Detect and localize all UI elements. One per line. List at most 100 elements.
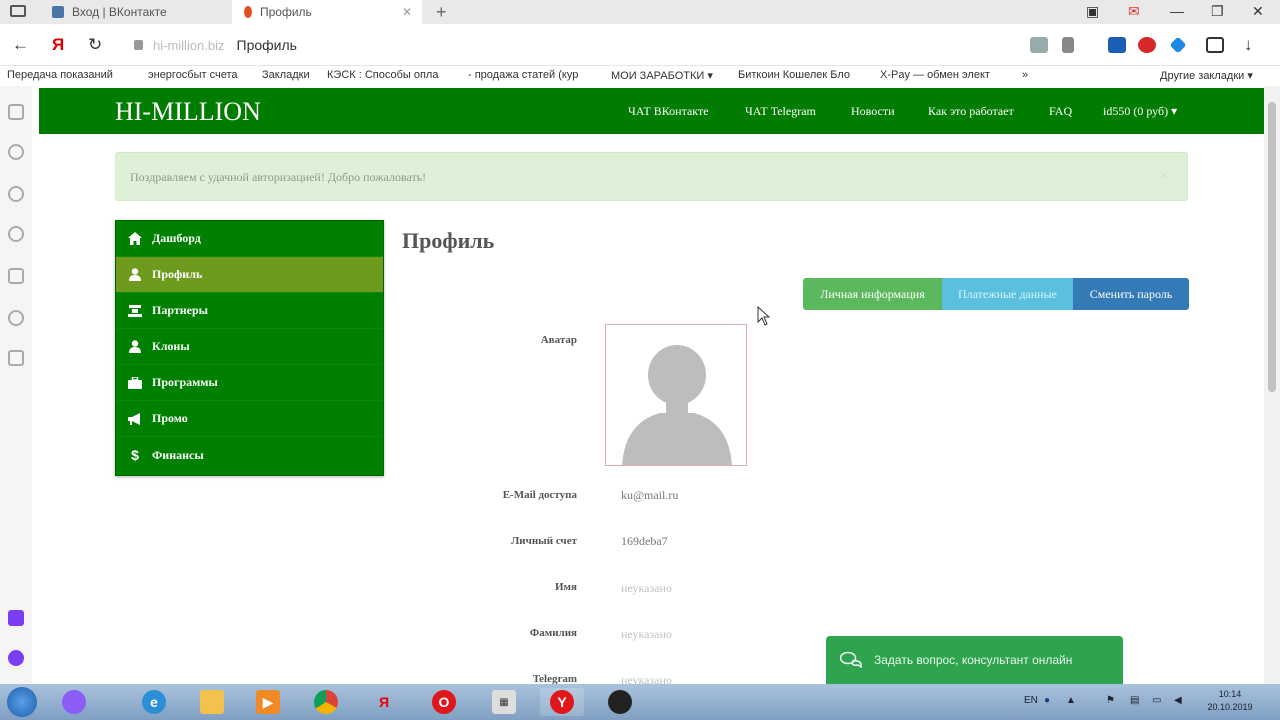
site-favicon-icon (244, 6, 252, 18)
taskbar-chrome[interactable] (304, 688, 348, 716)
obs-icon (608, 690, 632, 714)
nav-chat-vk[interactable]: ЧАТ ВКонтакте (628, 104, 709, 119)
taskbar-yandex-browser[interactable]: Y (540, 688, 584, 716)
menu-item-programs[interactable]: Программы (116, 365, 383, 401)
bookmark-item[interactable]: - продажа статей (кур (468, 69, 578, 81)
bookmark-item[interactable]: энергосбыт счета (148, 69, 238, 81)
lock-icon (134, 40, 143, 50)
bookmark-item[interactable]: Биткоин Кошелек Бло (738, 69, 850, 81)
bookmark-item[interactable]: Передача показаний (7, 69, 113, 81)
taskbar-explorer[interactable] (190, 688, 234, 716)
bookmark-icon[interactable] (1062, 37, 1074, 53)
notifications-icon[interactable]: ✉ (1128, 3, 1140, 20)
menu-item-dashboard[interactable]: Дашборд (116, 221, 383, 257)
taskbar-alice[interactable] (52, 688, 96, 716)
change-password-button[interactable]: Сменить пароль (1073, 278, 1189, 310)
other-bookmarks[interactable]: Другие закладки ▾ (1160, 69, 1253, 82)
personal-info-button[interactable]: Личная информация (803, 278, 942, 310)
volume-icon[interactable]: ◀ (1174, 695, 1182, 706)
sync-icon[interactable] (1206, 37, 1224, 53)
menu-item-promo[interactable]: Промо (116, 401, 383, 437)
alice-icon (62, 690, 86, 714)
messenger-icon[interactable] (8, 610, 24, 626)
taskbar-opera[interactable]: O (422, 688, 466, 716)
alice-icon[interactable] (8, 650, 24, 666)
language-indicator[interactable]: EN (1024, 695, 1038, 706)
nav-news[interactable]: Новости (851, 104, 895, 119)
nav-how-it-works[interactable]: Как это работает (928, 104, 1014, 119)
taskbar-obs[interactable] (598, 688, 642, 716)
maximize-icon[interactable]: ❐ (1211, 3, 1224, 20)
nav-faq[interactable]: FAQ (1049, 104, 1072, 119)
mail-icon[interactable] (1108, 37, 1126, 53)
start-button[interactable] (0, 687, 44, 717)
diamond-extension-icon[interactable] (1169, 36, 1187, 54)
avatar-placeholder-icon (622, 345, 732, 465)
taskbar-calculator[interactable]: ▦ (482, 688, 526, 716)
account-label: Личный счет (511, 535, 577, 547)
nav-account-dropdown[interactable]: id550 (0 руб) ▾ (1103, 104, 1177, 119)
media-player-icon: ▶ (256, 690, 280, 714)
notes-icon[interactable] (8, 350, 24, 366)
downloads-icon[interactable]: ↓ (1244, 35, 1253, 55)
telegram-label: Telegram (532, 673, 577, 684)
email-value: ku@mail.ru (621, 488, 679, 502)
yandex-icon: Я (378, 694, 390, 710)
windows-logo-icon (7, 687, 37, 717)
browser-tab-bar: Вход | ВКонтакте Профиль ✕ + ▣ ✉ — ❐ ✕ (0, 0, 1280, 24)
window-close-icon[interactable]: ✕ (1252, 3, 1264, 20)
back-icon[interactable]: ← (12, 35, 29, 55)
nav-chat-telegram[interactable]: ЧАТ Telegram (745, 104, 816, 119)
extension-icon[interactable] (1138, 37, 1156, 53)
reload-icon[interactable]: ↻ (88, 35, 102, 55)
page-scrollbar[interactable] (1264, 86, 1280, 684)
apps-grid-icon[interactable] (8, 104, 24, 120)
bookmark-item[interactable]: КЭСК : Способы опла (327, 69, 438, 81)
help-icon[interactable]: ● (1044, 695, 1050, 706)
url-field[interactable]: hi-million.biz Профиль (126, 32, 1016, 58)
site-brand[interactable]: HI-MILLION (115, 97, 261, 127)
tab-vkontakte[interactable]: Вход | ВКонтакте (52, 0, 232, 24)
translate-icon[interactable] (1030, 37, 1048, 53)
taskbar-media[interactable]: ▶ (246, 688, 290, 716)
bookmarks-overflow[interactable]: » (1022, 69, 1028, 81)
bookmark-item[interactable]: X-Pay — обмен элект (880, 69, 990, 81)
page-viewport: HI-MILLION ЧАТ ВКонтакте ЧАТ Telegram Но… (32, 86, 1264, 684)
close-tab-icon[interactable]: ✕ (402, 5, 412, 19)
tabs-menu-icon[interactable] (10, 5, 26, 17)
taskbar-yandex[interactable]: Я (362, 688, 406, 716)
new-tab-button[interactable]: + (436, 2, 447, 23)
star-icon[interactable] (8, 186, 24, 202)
play-icon[interactable] (8, 310, 24, 326)
tray-icon[interactable]: ▲ (1066, 695, 1076, 706)
scrollbar-thumb[interactable] (1268, 102, 1276, 392)
flag-icon[interactable]: ⚑ (1106, 695, 1115, 706)
menu-item-clones[interactable]: Клоны (116, 329, 383, 365)
chat-widget[interactable]: Задать вопрос, консультант онлайн (826, 636, 1123, 684)
alert-close-icon[interactable]: × (1160, 167, 1169, 185)
payment-data-button[interactable]: Платежные данные (942, 278, 1073, 310)
bookmark-folder[interactable]: МОИ ЗАРАБОТКИ ▾ (611, 69, 713, 82)
taskbar-ie[interactable]: e (132, 688, 176, 716)
window-sidebar-icon[interactable]: ▣ (1086, 3, 1099, 20)
menu-item-finance[interactable]: $ Финансы (116, 437, 383, 473)
monitor-icon[interactable]: ▭ (1152, 695, 1161, 706)
folder-icon (200, 690, 224, 714)
chrome-icon (314, 690, 338, 714)
bell-icon[interactable] (8, 144, 24, 160)
dollar-icon: $ (131, 447, 139, 463)
bookmarks-bar: Передача показаний энергосбыт счета Закл… (0, 66, 1280, 86)
minimize-icon[interactable]: — (1170, 3, 1184, 19)
network-icon[interactable]: ▤ (1130, 695, 1139, 706)
collections-icon[interactable] (8, 268, 24, 284)
history-icon[interactable] (8, 226, 24, 242)
tab-profile[interactable]: Профиль ✕ (232, 0, 422, 24)
bookmark-item[interactable]: Закладки (262, 69, 310, 81)
taskbar-clock[interactable]: 10:14 20.10.2019 (1198, 688, 1262, 714)
yandex-logo-icon[interactable]: Я (52, 35, 64, 55)
avatar[interactable] (605, 324, 747, 466)
vk-favicon-icon (52, 6, 64, 18)
menu-item-profile[interactable]: Профиль (116, 257, 383, 293)
menu-item-partners[interactable]: Партнеры (116, 293, 383, 329)
email-label: E-Mail доступа (502, 489, 577, 501)
